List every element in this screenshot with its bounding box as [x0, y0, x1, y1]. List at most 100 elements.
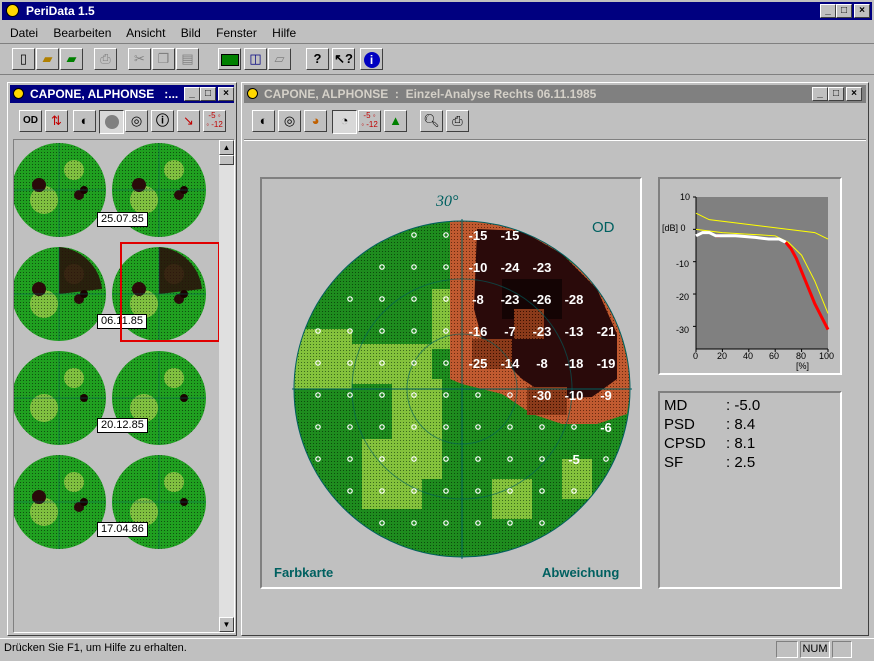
patient-window: CAPONE, ALPHONSE :... _ □ × OD ⇅ ◐ ◎ ⓘ ↘… [7, 82, 237, 636]
curve-x-unit: [%] [796, 361, 810, 371]
deviation-value: -24 [501, 260, 521, 275]
field-map-icon[interactable] [99, 110, 124, 134]
dot-map-icon[interactable]: ◎ [278, 110, 301, 132]
deviation-value: -23 [501, 292, 520, 307]
compare-icon[interactable]: ⇅ [45, 110, 68, 132]
deviation-map-icon[interactable]: ◔ [332, 110, 357, 134]
numeric-values-icon[interactable]: -5 ◦ ◦ -12 [358, 110, 381, 132]
copy-icon[interactable]: ❐ [152, 48, 175, 70]
visual-field-chart[interactable]: -15 -15 -10 -24 -23 -8 -23 -26 -28 -16 -7 -23 -13 -21… [262, 179, 640, 587]
open-folder-icon[interactable]: ▰ [36, 48, 59, 70]
patient-info-icon[interactable]: ⓘ [151, 110, 174, 132]
paste-icon[interactable]: ▤ [176, 48, 199, 70]
patient-window-title: CAPONE, ALPHONSE :... [30, 87, 179, 101]
app-titlebar: PeriData 1.5 _ □ × [2, 2, 872, 20]
scroll-thumb[interactable] [219, 155, 234, 165]
analysis-window: CAPONE, ALPHONSE : Einzel-Analyse Rechts… [241, 82, 869, 636]
thumbnail-date-4[interactable]: 17.04.86 [97, 522, 148, 537]
thumbnail-field[interactable] [14, 351, 106, 445]
zoom-icon[interactable]: 🔍︎ [420, 110, 443, 132]
deviation-value: -15 [469, 228, 488, 243]
tile-windows-icon[interactable]: ◫ [244, 48, 267, 70]
deviation-value: -18 [565, 356, 584, 371]
maximize-button[interactable]: □ [836, 4, 852, 18]
analysis-toolbar-divider [244, 139, 866, 141]
analysis-minimize-button[interactable]: _ [812, 87, 828, 101]
print-icon[interactable]: ⎙ [446, 110, 469, 132]
curve-icon[interactable]: ↘ [177, 110, 200, 132]
menu-ansicht[interactable]: Ansicht [126, 26, 165, 40]
scroll-down-button[interactable]: ▼ [219, 617, 234, 632]
menu-hilfe[interactable]: Hilfe [272, 26, 296, 40]
angle-label: 30° [436, 193, 459, 210]
dotgrid-icon[interactable]: ◎ [125, 110, 148, 132]
menu-bild[interactable]: Bild [181, 26, 201, 40]
curve-x-tick-20: 20 [717, 351, 728, 361]
curve-x-tick-0: 0 [693, 351, 699, 361]
patient-logo-icon [13, 88, 24, 99]
stat-psd-value: : 8.4 [726, 416, 756, 433]
info-icon[interactable]: i [360, 48, 383, 70]
menu-fenster[interactable]: Fenster [216, 26, 257, 40]
main-toolbar: ▯ ▰ ▰ ⎙ ✂ ❐ ▤ ◫ ▱ ? ↖? i [0, 43, 874, 75]
cut-icon[interactable]: ✂ [128, 48, 151, 70]
thumbnail-list: 25.07.85 06.11.85 20.12.85 17.04.86 ▲ ▼ [13, 139, 235, 633]
gray-map-icon[interactable]: ◐ [252, 110, 275, 132]
deviation-value: -7 [504, 324, 516, 339]
deviation-value: -14 [501, 356, 521, 371]
deviation-value: -10 [565, 388, 584, 403]
color-map-icon[interactable]: ◕ [304, 110, 327, 132]
menu-datei[interactable]: Datei [10, 26, 38, 40]
patient-maximize-button[interactable]: □ [200, 87, 216, 101]
print-disabled-icon[interactable]: ⎙ [94, 48, 117, 70]
binocular-icon[interactable]: OD [19, 110, 42, 132]
thumbnail-field[interactable] [14, 143, 106, 237]
3d-hill-icon[interactable]: ▲ [384, 110, 407, 132]
app-title: PeriData 1.5 [26, 4, 95, 18]
deviation-value: -15 [501, 228, 520, 243]
new-file-icon[interactable]: ▯ [12, 48, 35, 70]
close-button[interactable]: × [854, 4, 870, 18]
minimize-button[interactable]: _ [820, 4, 836, 18]
keyboard-icon[interactable] [218, 48, 241, 70]
bebie-curve-chart[interactable] [660, 179, 840, 373]
stat-sf-value: : 2.5 [726, 454, 756, 471]
analysis-maximize-button[interactable]: □ [828, 87, 844, 101]
stat-md-label: MD [664, 397, 688, 414]
curve-x-tick-60: 60 [769, 351, 780, 361]
curve-x-tick-40: 40 [743, 351, 754, 361]
stat-cpsd: CPSD : 8.1 [664, 435, 840, 454]
open-green-folder-icon[interactable]: ▰ [60, 48, 83, 70]
thumbnail-field[interactable] [14, 247, 106, 341]
analysis-window-titlebar: CAPONE, ALPHONSE : Einzel-Analyse Rechts… [244, 85, 866, 103]
thumbnail-scrollbar[interactable]: ▲ ▼ [219, 140, 234, 632]
curve-y-unit: [dB] 0 [662, 223, 686, 233]
patient-close-button[interactable]: × [218, 87, 234, 101]
deviation-value: -10 [469, 260, 488, 275]
status-bar-divider [0, 638, 874, 639]
thumbnail-fields[interactable] [14, 143, 206, 549]
farbkarte-caption: Farbkarte [274, 565, 334, 580]
stat-sf-label: SF [664, 454, 684, 471]
patient-minimize-button[interactable]: _ [184, 87, 200, 101]
values-icon[interactable]: -5 ◦ ◦ -12 [203, 110, 226, 132]
bebie-curve-panel: [dB] 0 [%] 10 -10 -20 -30 0 20 40 60 80 … [658, 177, 842, 375]
scroll-up-button[interactable]: ▲ [219, 140, 234, 155]
deviation-value: -8 [536, 356, 548, 371]
analysis-close-button[interactable]: × [846, 87, 862, 101]
stat-cpsd-label: CPSD [664, 435, 706, 452]
thumbnail-date-1[interactable]: 25.07.85 [97, 212, 148, 227]
menu-bar: Datei Bearbeiten Ansicht Bild Fenster Hi… [10, 25, 308, 41]
status-caps [776, 641, 798, 658]
deviation-value: -16 [469, 324, 488, 339]
folder-disabled-icon[interactable]: ▱ [268, 48, 291, 70]
stat-cpsd-value: : 8.1 [726, 435, 756, 452]
eye-label: OD [592, 219, 615, 236]
thumbnail-date-3[interactable]: 20.12.85 [97, 418, 148, 433]
menu-bearbeiten[interactable]: Bearbeiten [53, 26, 111, 40]
context-help-icon[interactable]: ↖? [332, 48, 355, 70]
deviation-value: -5 [568, 452, 580, 467]
thumbnail-field[interactable] [14, 455, 106, 549]
help-question-icon[interactable]: ? [306, 48, 329, 70]
grayscale-icon[interactable]: ◐ [73, 110, 96, 132]
